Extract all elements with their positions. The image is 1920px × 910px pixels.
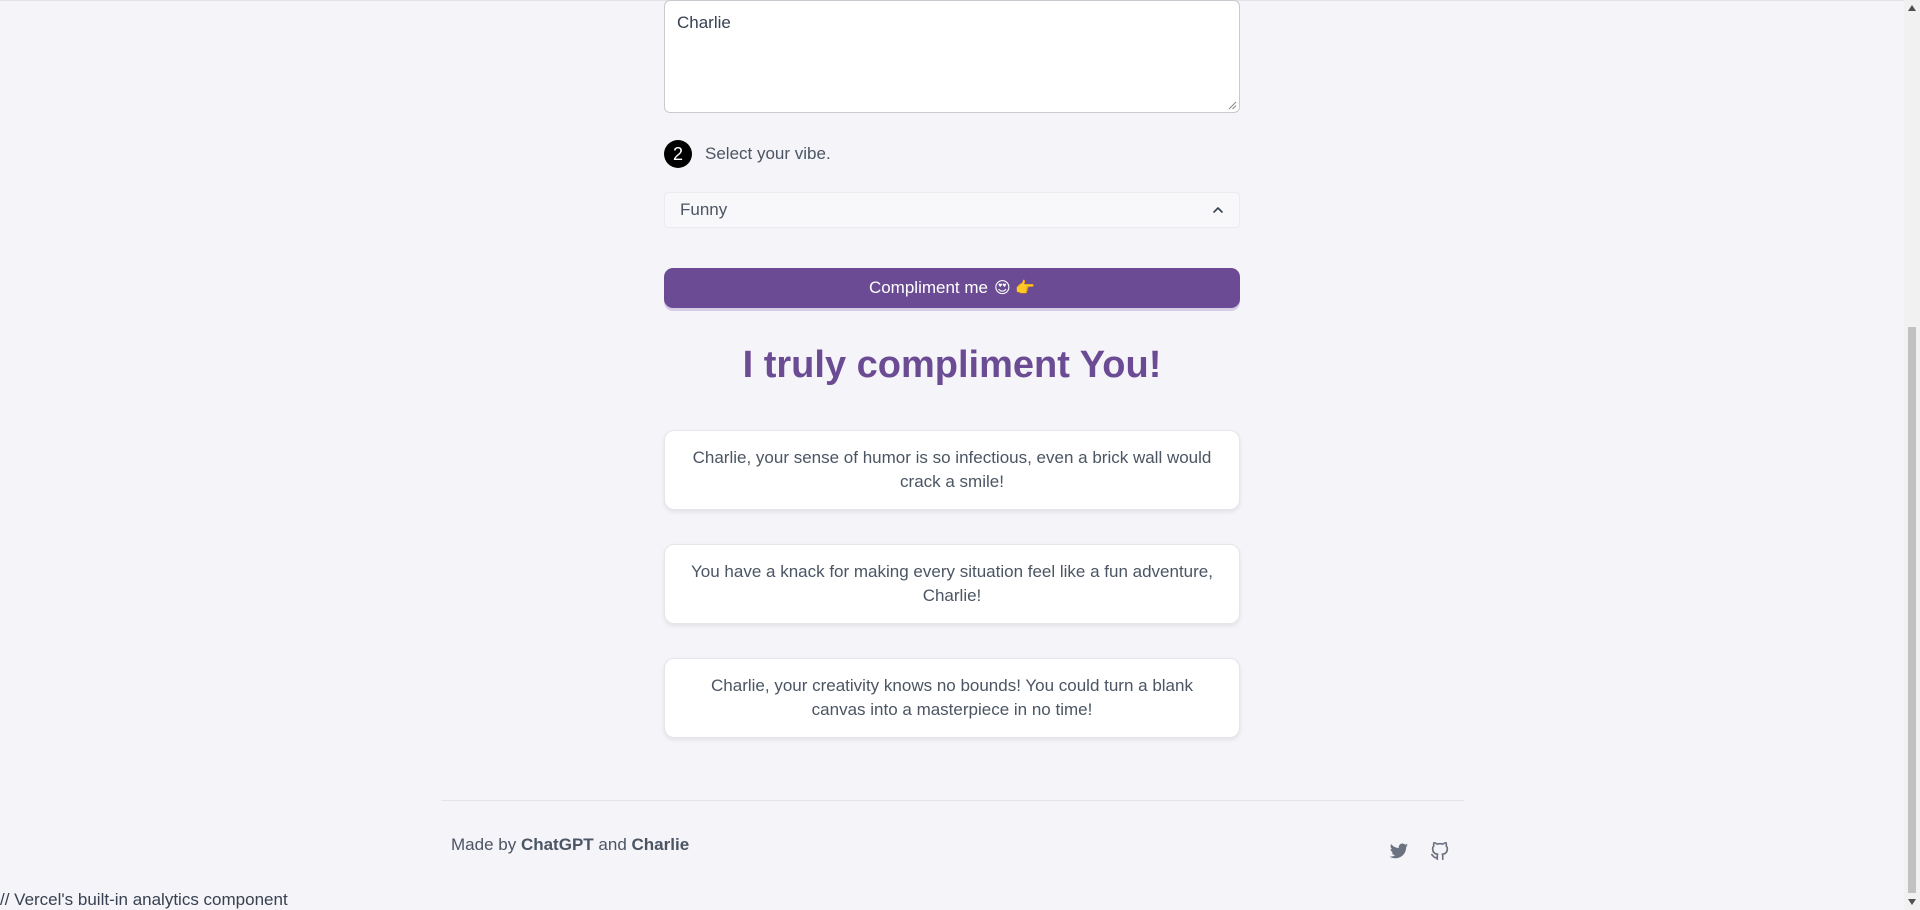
scroll-down-arrow-icon[interactable] [1908,899,1916,905]
step-number-badge: 2 [664,140,692,168]
compliment-text: Charlie, your sense of humor is so infec… [692,448,1212,491]
compliment-button-emoji: 😍 👉 [994,280,1036,297]
author-chatgpt-link[interactable]: ChatGPT [521,835,594,854]
compliment-card[interactable]: Charlie, your sense of humor is so infec… [664,430,1240,510]
page: Charlie 2 Select your vibe. Funny Compli… [0,0,1920,910]
and-label: and [598,835,627,854]
compliment-card[interactable]: Charlie, your creativity knows no bounds… [664,658,1240,738]
name-textarea-value: Charlie [677,13,731,32]
step-label: Select your vibe. [705,144,831,163]
analytics-comment: // Vercel's built-in analytics component [0,890,288,909]
step-2: 2 Select your vibe. [664,140,831,168]
vibe-select-value: Funny [680,200,728,219]
made-by-label: Made by [451,835,517,854]
resize-grip-icon[interactable] [1227,100,1237,110]
compliment-button-label: Compliment me [868,278,988,297]
github-icon[interactable] [1429,840,1451,862]
author-charlie-link[interactable]: Charlie [632,835,690,854]
vibe-select[interactable]: Funny [664,192,1240,228]
footer-divider [441,800,1464,801]
compliment-text: You have a knack for making every situat… [691,562,1213,605]
results-heading: I truly compliment You! [742,344,1162,386]
scroll-thumb[interactable] [1908,327,1916,893]
vertical-scrollbar[interactable] [1904,0,1920,910]
scroll-up-arrow-icon[interactable] [1908,5,1916,11]
chevron-up-icon [1213,207,1223,213]
footer-credits: Made by ChatGPT and Charlie [451,835,689,855]
compliment-card[interactable]: You have a knack for making every situat… [664,544,1240,624]
compliment-me-button[interactable]: Compliment me 😍 👉 [664,268,1240,308]
compliment-text: Charlie, your creativity knows no bounds… [711,676,1193,719]
name-textarea[interactable]: Charlie [664,0,1240,113]
twitter-icon[interactable] [1388,840,1410,862]
